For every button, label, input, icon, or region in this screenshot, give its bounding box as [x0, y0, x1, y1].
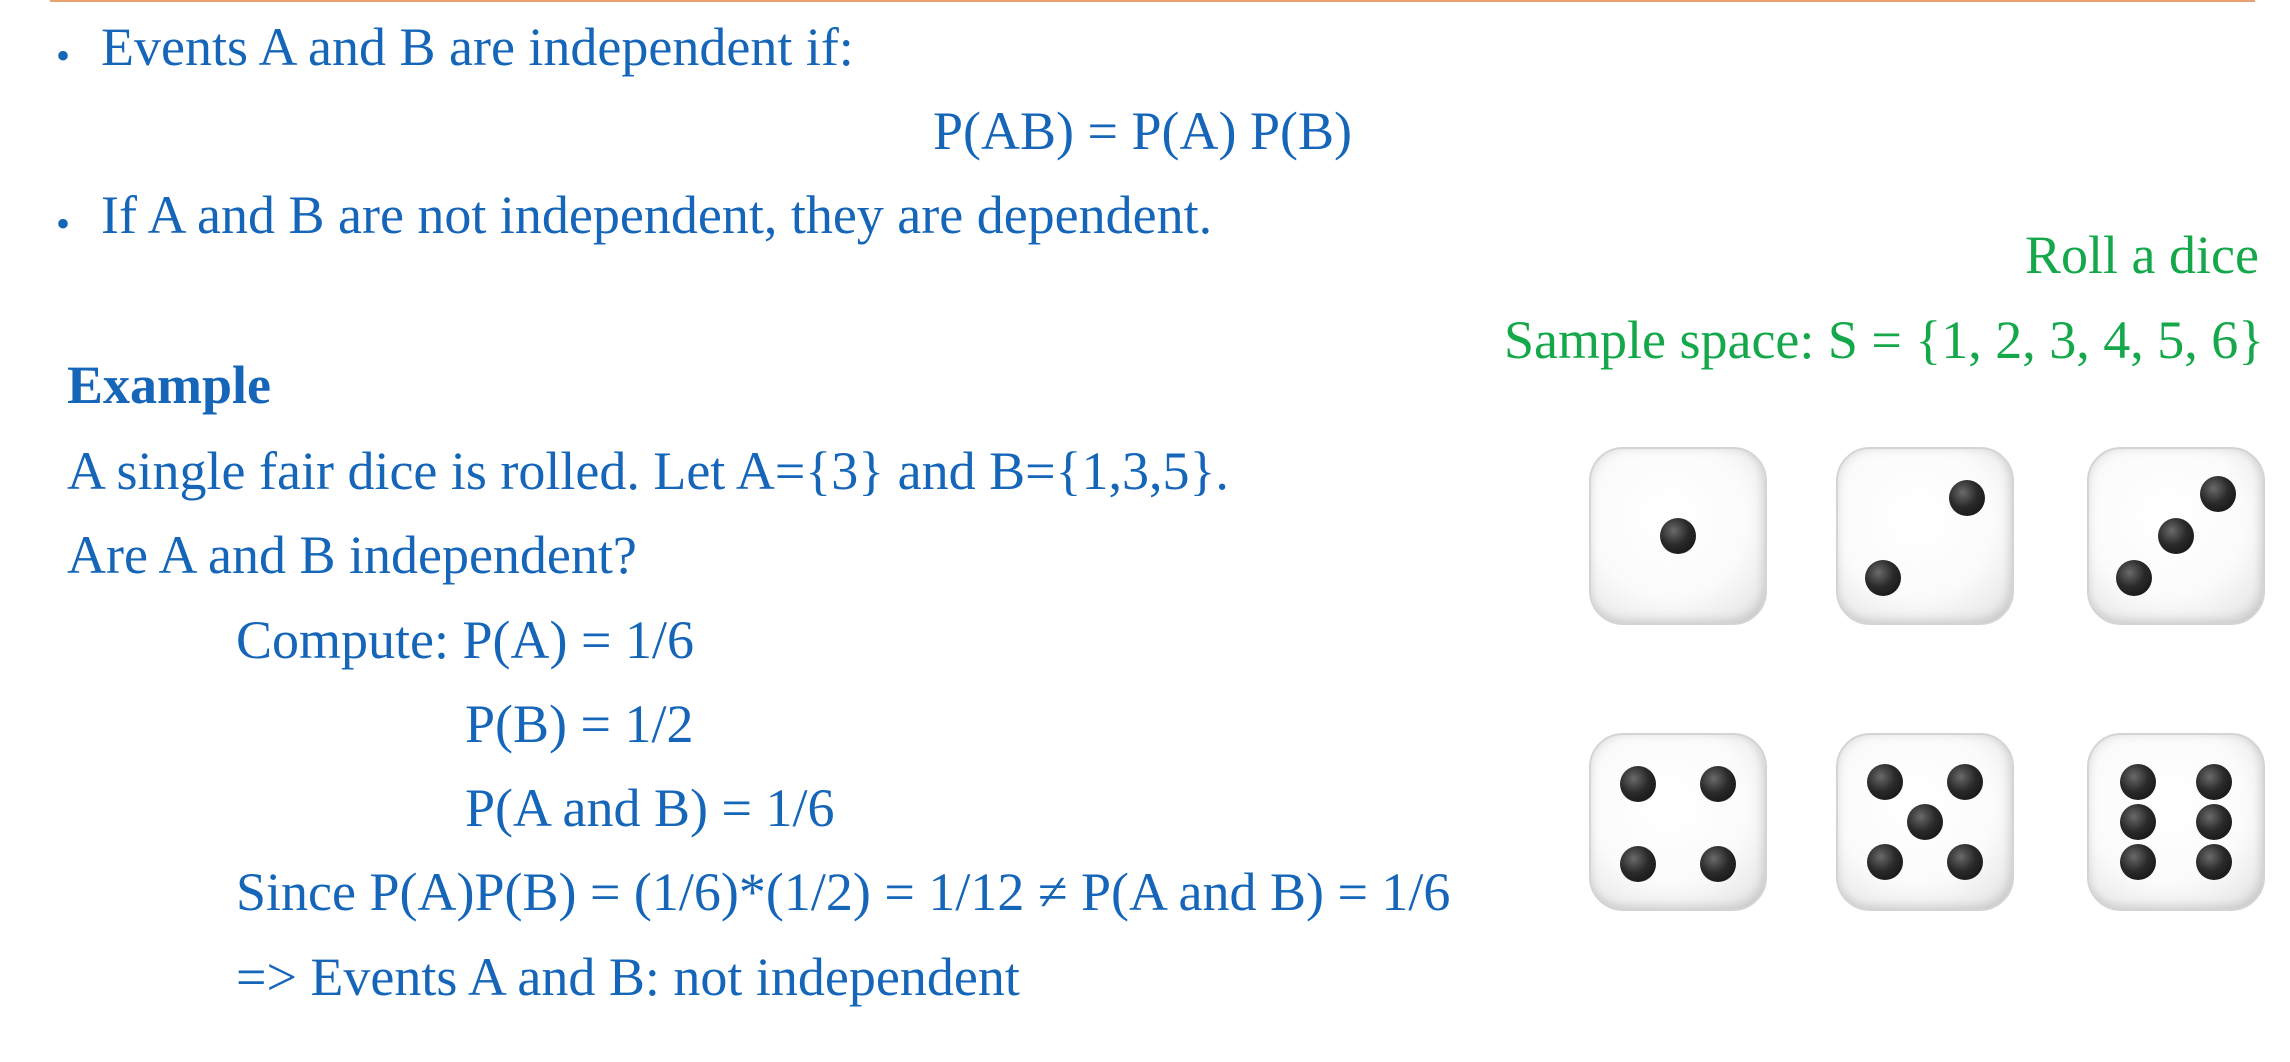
bullet-dot: •	[56, 33, 71, 78]
bullet-independent: Events A and B are independent if:	[101, 17, 854, 77]
die-face-4	[1589, 733, 1767, 911]
die-pip	[2158, 518, 2194, 554]
die-pip	[1866, 844, 1903, 881]
die-pip	[1948, 479, 1985, 516]
sample-space: Sample space: S = {1, 2, 3, 4, 5, 6}	[1504, 310, 2265, 370]
die-pip	[2116, 559, 2153, 596]
dice-panel-title: Roll a dice	[2025, 225, 2259, 285]
die-pip	[1866, 763, 1903, 800]
die-face-1	[1589, 447, 1767, 625]
die-pip	[1865, 559, 1902, 596]
conclusion: => Events A and B: not independent	[236, 947, 1020, 1007]
since-statement: Since P(A)P(B) = (1/6)*(1/2) = 1/12 ≠ P(…	[236, 862, 1451, 922]
die-pip	[2119, 763, 2156, 800]
die-pip	[2196, 763, 2233, 800]
die-pip	[2119, 844, 2156, 881]
die-pip	[2199, 476, 2236, 513]
die-face-6	[2087, 733, 2265, 911]
die-pip	[1947, 844, 1984, 881]
bullet-dot: •	[56, 201, 71, 246]
die-pip	[1947, 763, 1984, 800]
die-pip	[1700, 765, 1737, 802]
die-pip	[1700, 845, 1737, 882]
die-pip	[1619, 845, 1656, 882]
independence-formula: P(AB) = P(A) P(B)	[933, 101, 1352, 161]
die-pip	[2196, 844, 2233, 881]
die-face-2	[1836, 447, 2014, 625]
die-pip	[2196, 804, 2233, 840]
example-problem-line-1: A single fair dice is rolled. Let A={3} …	[67, 441, 1229, 501]
die-pip	[1907, 804, 1943, 840]
compute-p-a-and-b: P(A and B) = 1/6	[465, 778, 835, 838]
example-heading: Example	[67, 355, 272, 415]
die-pip	[1619, 765, 1656, 802]
die-face-5	[1836, 733, 2014, 911]
die-pip	[1660, 518, 1696, 554]
compute-p-a: Compute: P(A) = 1/6	[236, 610, 694, 670]
compute-p-b: P(B) = 1/2	[465, 694, 694, 754]
example-problem-line-2: Are A and B independent?	[67, 525, 637, 585]
top-divider	[50, 0, 2255, 2]
die-pip	[2119, 804, 2156, 840]
bullet-dependent: If A and B are not independent, they are…	[101, 185, 1213, 245]
die-face-3	[2087, 447, 2265, 625]
